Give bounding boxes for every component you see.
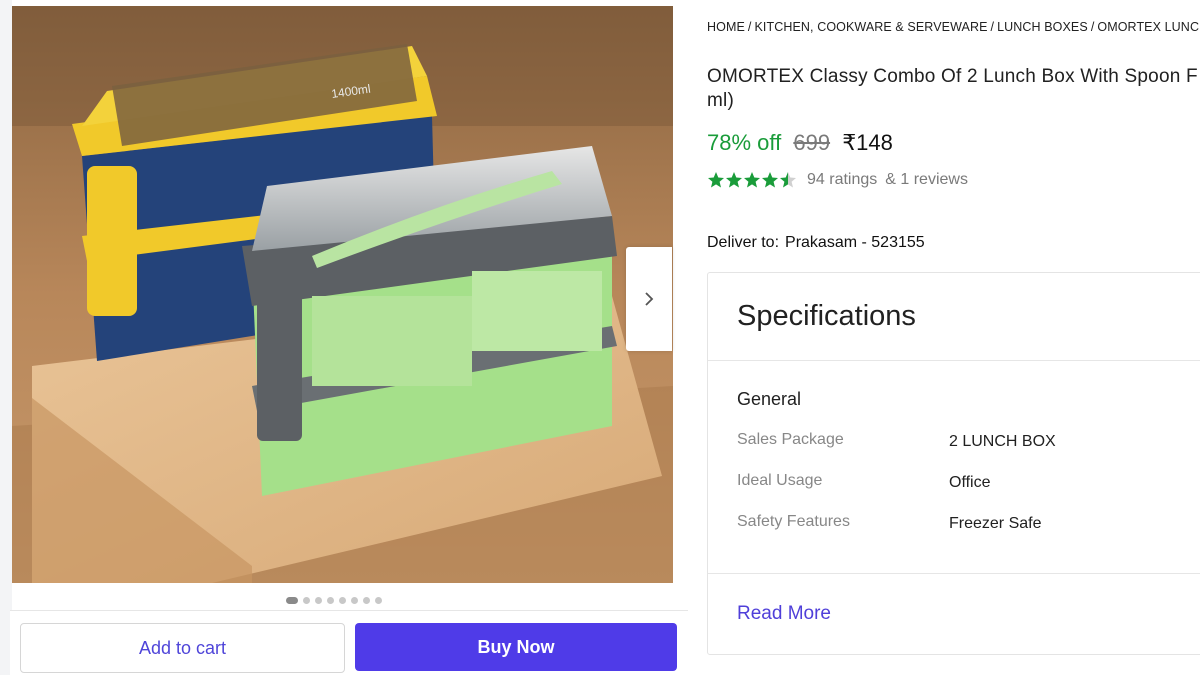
breadcrumb-lunch-boxes[interactable]: LUNCH BOXES bbox=[997, 20, 1088, 34]
product-gallery: 1400ml Add to cart Buy Now bbox=[0, 0, 690, 676]
spec-key: Safety Features bbox=[737, 513, 850, 530]
spec-value: 2 LUNCH BOX bbox=[949, 433, 1056, 450]
divider bbox=[708, 360, 1200, 361]
breadcrumb-current[interactable]: OMORTEX LUNCH BOX bbox=[1097, 20, 1200, 34]
carousel-dot[interactable] bbox=[327, 597, 334, 604]
rating-row[interactable]: 94 ratings & 1 reviews bbox=[707, 171, 968, 189]
specifications-title: Specifications bbox=[737, 300, 916, 332]
carousel-dot[interactable] bbox=[303, 597, 310, 604]
product-details: HOME / KITCHEN, COOKWARE & SERVEWARE / LUNCH… bbox=[690, 0, 1200, 675]
carousel-dot[interactable] bbox=[315, 597, 322, 604]
star-half-icon bbox=[780, 172, 796, 188]
star-icon bbox=[744, 172, 760, 188]
selling-price: ₹148 bbox=[842, 130, 893, 155]
specifications-card: Specifications General Sales Package 2 L… bbox=[707, 272, 1200, 655]
carousel-dot[interactable] bbox=[351, 597, 358, 604]
product-image[interactable]: 1400ml bbox=[12, 6, 673, 583]
spec-value: Office bbox=[949, 474, 991, 491]
breadcrumb-kitchen[interactable]: KITCHEN, COOKWARE & SERVEWARE bbox=[754, 20, 987, 34]
action-bar: Add to cart Buy Now bbox=[10, 610, 688, 676]
product-title-line1: OMORTEX Classy Combo Of 2 Lunch Box With… bbox=[707, 66, 1198, 87]
add-to-cart-button[interactable]: Add to cart bbox=[20, 623, 345, 673]
breadcrumb: HOME / KITCHEN, COOKWARE & SERVEWARE / LUNCH… bbox=[707, 20, 1200, 34]
ratings-count: 94 ratings bbox=[807, 171, 878, 188]
rating-stars bbox=[707, 171, 797, 189]
spec-section-general: General bbox=[737, 389, 802, 409]
star-icon bbox=[726, 172, 742, 188]
reviews-count: & 1 reviews bbox=[885, 171, 968, 188]
star-icon bbox=[708, 172, 724, 188]
star-icon bbox=[762, 172, 778, 188]
page-edge bbox=[0, 0, 12, 675]
breadcrumb-home[interactable]: HOME bbox=[707, 20, 745, 34]
price-row: 78% off 699 ₹148 bbox=[707, 130, 893, 156]
deliver-location: Prakasam - 523155 bbox=[785, 234, 925, 251]
read-more-link[interactable]: Read More bbox=[737, 603, 831, 625]
carousel-dot[interactable] bbox=[339, 597, 346, 604]
product-title: OMORTEX Classy Combo Of 2 Lunch Box With… bbox=[707, 65, 1200, 113]
mrp-price: 699 bbox=[793, 130, 831, 155]
carousel-dot[interactable] bbox=[363, 597, 370, 604]
divider bbox=[708, 573, 1200, 574]
spec-key: Ideal Usage bbox=[737, 472, 823, 489]
spec-value: Freezer Safe bbox=[949, 515, 1042, 532]
lunch-box-photo: 1400ml bbox=[12, 6, 673, 583]
spec-key: Sales Package bbox=[737, 431, 844, 448]
carousel-dots bbox=[286, 597, 382, 604]
discount-label: 78% off bbox=[707, 130, 782, 155]
carousel-dot[interactable] bbox=[286, 597, 298, 604]
delivery-location[interactable]: Deliver to: Prakasam - 523155 bbox=[707, 234, 925, 252]
deliver-label: Deliver to: bbox=[707, 234, 780, 251]
product-title-line2: ml) bbox=[707, 90, 734, 111]
carousel-next-button[interactable] bbox=[626, 247, 672, 351]
chevron-right-icon bbox=[645, 292, 654, 306]
carousel-dot[interactable] bbox=[375, 597, 382, 604]
buy-now-button[interactable]: Buy Now bbox=[355, 623, 677, 671]
